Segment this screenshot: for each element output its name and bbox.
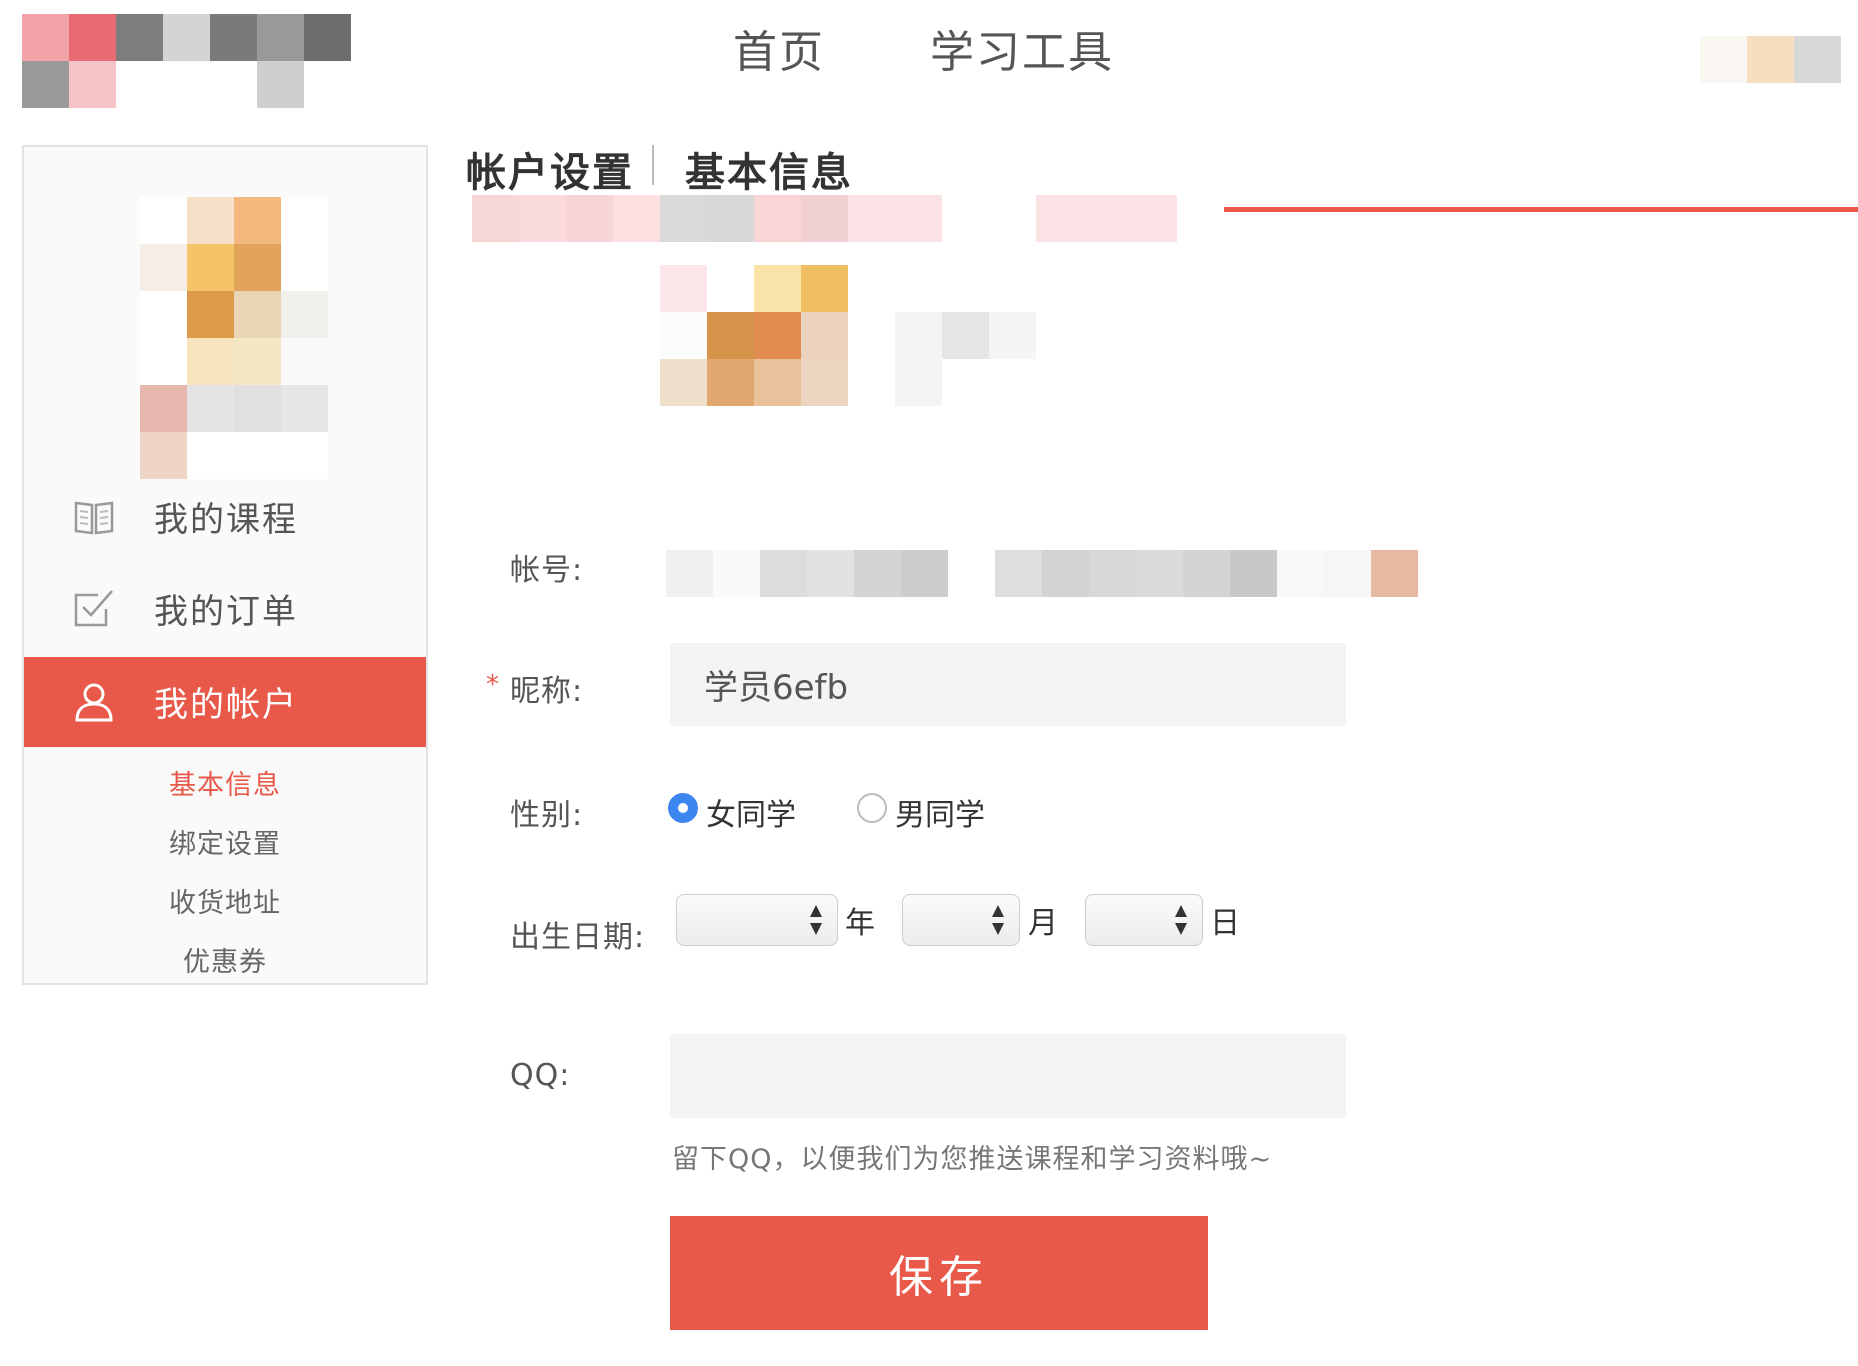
page-title: 基本信息 <box>685 150 853 196</box>
gender-label: 性别: <box>510 798 584 833</box>
birth-month-select[interactable] <box>902 894 1020 946</box>
sidebar-item-label: 我的课程 <box>154 500 298 540</box>
nav-home[interactable]: 首页 <box>733 16 825 80</box>
gender-female-label[interactable]: 女同学 <box>706 790 796 834</box>
account-value-blurred <box>666 550 1418 597</box>
top-nav: 首页 学习工具 <box>0 0 1858 155</box>
avatar-blurred <box>140 197 330 479</box>
sidebar-item-label: 我的订单 <box>154 592 298 632</box>
nickname-input[interactable] <box>670 643 1346 726</box>
logo-blurred <box>22 14 382 155</box>
sidebar-item-account[interactable]: 我的帐户 <box>24 657 426 747</box>
gender-female-radio[interactable] <box>668 793 698 823</box>
gender-male-radio[interactable] <box>857 793 887 823</box>
sidebar-item-label: 我的帐户 <box>154 685 298 725</box>
gender-male-label[interactable]: 男同学 <box>895 790 985 834</box>
birth-year-select[interactable] <box>676 894 838 946</box>
month-unit: 月 <box>1028 906 1058 941</box>
qq-label: QQ: <box>510 1058 571 1093</box>
breadcrumb-separator <box>652 145 654 185</box>
header-underline <box>1206 207 1858 212</box>
required-mark: * <box>486 670 499 700</box>
sidebar-item-orders[interactable]: 我的订单 <box>24 564 426 654</box>
book-icon <box>74 501 114 535</box>
qq-input[interactable] <box>670 1034 1346 1118</box>
updown-arrows-icon <box>1175 905 1187 935</box>
breadcrumb-section: 帐户设置 <box>466 150 634 196</box>
day-unit: 日 <box>1210 906 1240 941</box>
account-label: 帐号: <box>510 553 584 588</box>
birth-day-select[interactable] <box>1085 894 1203 946</box>
user-icon <box>75 683 113 722</box>
updown-arrows-icon <box>992 905 1004 935</box>
birthday-label: 出生日期: <box>510 920 646 955</box>
profile-avatar-blurred <box>660 265 1100 406</box>
submenu-shipping-address[interactable]: 收货地址 <box>24 881 426 920</box>
updown-arrows-icon <box>810 905 822 935</box>
year-unit: 年 <box>845 906 875 941</box>
user-menu-blurred[interactable] <box>1700 36 1858 83</box>
nav-learning-tools[interactable]: 学习工具 <box>930 16 1114 80</box>
avatar-area <box>24 147 426 479</box>
submenu-coupons[interactable]: 优惠券 <box>24 940 426 979</box>
nickname-label: 昵称: <box>510 674 584 709</box>
save-button[interactable]: 保存 <box>670 1216 1208 1330</box>
sidebar: 我的课程 我的订单 我的帐户 基本信息 绑定设置 收货地址 优惠券 <box>22 145 428 985</box>
submenu-binding-settings[interactable]: 绑定设置 <box>24 822 426 861</box>
sidebar-item-courses[interactable]: 我的课程 <box>24 472 426 562</box>
checkbox-icon <box>74 590 113 627</box>
qq-hint: 留下QQ，以便我们为您推送课程和学习资料哦~ <box>672 1144 1273 1175</box>
profile-banner-blurred <box>472 195 1224 242</box>
submenu-basic-info[interactable]: 基本信息 <box>24 763 426 802</box>
